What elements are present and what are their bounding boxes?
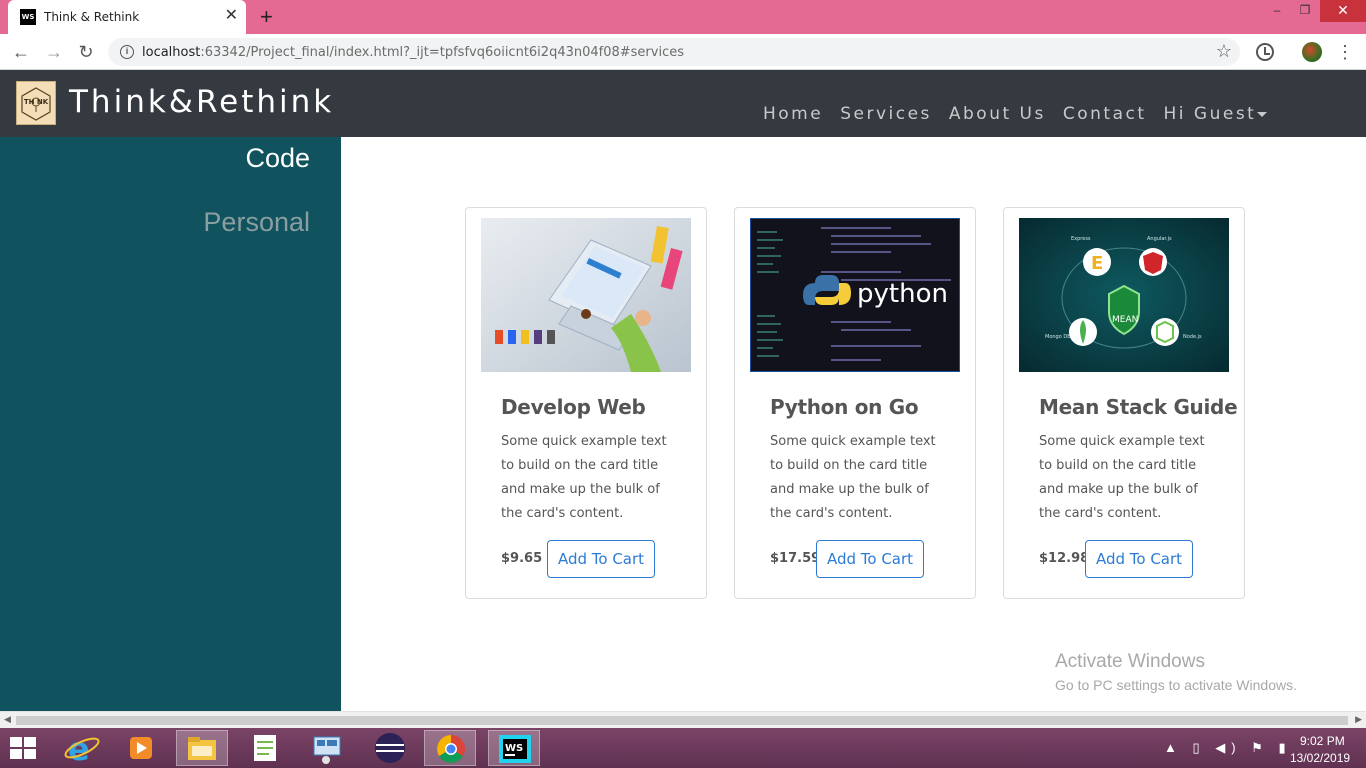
sidebar-item-code[interactable]: Code (245, 143, 310, 174)
activate-windows-subtitle: Go to PC settings to activate Windows. (1055, 677, 1297, 693)
activate-windows-title: Activate Windows (1055, 651, 1205, 672)
tab-title: Think & Rethink (44, 10, 140, 24)
taskbar-time[interactable]: 9:02 PM (1300, 734, 1345, 748)
card-text: Some quick example text to build on the … (501, 434, 667, 521)
file-explorer-icon[interactable] (176, 730, 228, 766)
notepad-plus-icon[interactable] (240, 730, 292, 766)
address-bar[interactable]: i localhost:63342/Project_final/index.ht… (108, 38, 1240, 66)
reload-icon[interactable]: ↻ (74, 40, 98, 64)
webstorm-glyph: WS (499, 735, 531, 763)
python-wordmark: python (857, 279, 948, 309)
card-price: $17.59 (770, 551, 821, 566)
browser-menu-icon[interactable]: ⋮ (1336, 40, 1354, 64)
media-player-glyph (130, 737, 152, 759)
scrollbar-thumb[interactable] (16, 716, 1348, 725)
add-to-cart-button[interactable]: Add To Cart (1085, 540, 1193, 578)
remote-desktop-glyph (313, 736, 341, 764)
browser-toolbar: ← → ↻ i localhost:63342/Project_final/in… (0, 34, 1366, 70)
angular-label: Angular.js (1147, 236, 1172, 242)
profile-avatar[interactable] (1302, 42, 1322, 62)
nav-home[interactable]: Home (763, 104, 823, 124)
add-to-cart-button[interactable]: Add To Cart (547, 540, 655, 578)
eclipse-glyph (375, 733, 405, 763)
folder-glyph (188, 737, 216, 760)
add-to-cart-button[interactable]: Add To Cart (816, 540, 924, 578)
category-sidebar: Code Personal (0, 137, 341, 711)
url-text[interactable]: localhost:63342/Project_final/index.html… (142, 45, 684, 60)
url-host: localhost (142, 45, 201, 60)
product-card: E MEAN Express Angular.js Mongo DB Node.… (1003, 207, 1245, 599)
new-tab-button[interactable]: + (260, 4, 273, 30)
history-clock-icon[interactable] (1256, 43, 1274, 61)
chrome-icon[interactable] (424, 730, 476, 766)
nav-about-us[interactable]: About Us (949, 104, 1046, 124)
site-info-icon[interactable]: i (120, 45, 134, 59)
system-tray[interactable]: ▲ ▯ ◀) ⚑ ▮ (1164, 740, 1292, 756)
main-nav: Home Services About Us Contact Hi Guest (763, 104, 1284, 124)
mean-stack-image: E MEAN Express Angular.js Mongo DB Node.… (1019, 218, 1229, 372)
nav-user-dropdown[interactable]: Hi Guest (1164, 104, 1268, 124)
minimize-window-button[interactable]: – (1264, 0, 1290, 22)
close-window-button[interactable]: ✕ (1320, 0, 1366, 22)
windows-start-icon[interactable] (10, 737, 38, 761)
card-price: $9.65 (501, 551, 543, 566)
notepad-glyph (254, 735, 276, 761)
mean-stack-diagram: E MEAN Express Angular.js Mongo DB Node.… (1019, 218, 1229, 372)
ie-glyph: e (64, 730, 100, 768)
python-image: python (750, 218, 960, 372)
web-development-image (481, 218, 691, 372)
browser-tab[interactable]: WS Think & Rethink ✕ (8, 0, 246, 34)
scroll-right-arrow-icon[interactable]: ▶ (1355, 714, 1362, 725)
product-card: python Python on Go Some quick example t… (734, 207, 976, 599)
tab-close-icon[interactable]: ✕ (225, 7, 238, 25)
site-navbar: TH NK Think&Rethink Home Services About … (0, 70, 1366, 137)
url-path: :63342/Project_final/index.html?_ijt=tpf… (200, 45, 684, 60)
nav-contact[interactable]: Contact (1063, 104, 1147, 124)
windows-taskbar: e WS ▲ ▯ ◀) ⚑ ▮ 9:02 PM 13/02/2019 (0, 728, 1366, 768)
card-text: Some quick example text to build on the … (770, 434, 936, 521)
scroll-left-arrow-icon[interactable]: ◀ (4, 714, 11, 725)
product-card: Develop Web Some quick example text to b… (465, 207, 707, 599)
card-title: Develop Web (501, 395, 646, 419)
user-greeting: Hi Guest (1163, 104, 1257, 124)
web-development-illustration (481, 218, 691, 372)
media-player-icon[interactable] (116, 730, 168, 766)
mongodb-label: Mongo DB (1045, 334, 1071, 340)
card-price: $12.98 (1039, 551, 1090, 566)
brand-name[interactable]: Think&Rethink (69, 84, 334, 120)
nodejs-label: Node.js (1183, 334, 1202, 340)
express-label: Express (1071, 236, 1091, 242)
mean-label: MEAN (1112, 315, 1138, 325)
back-arrow-icon[interactable]: ← (9, 40, 33, 64)
dropdown-caret-icon (1257, 111, 1268, 117)
webstorm-icon[interactable]: WS (488, 730, 540, 766)
sidebar-item-personal[interactable]: Personal (203, 207, 310, 238)
webstorm-favicon-icon: WS (20, 9, 36, 25)
card-title: Mean Stack Guide (1039, 395, 1238, 419)
eclipse-icon[interactable] (364, 730, 416, 766)
remote-desktop-icon[interactable] (302, 730, 354, 766)
python-logo-on-code: python (751, 219, 959, 371)
nav-services[interactable]: Services (840, 104, 932, 124)
horizontal-scrollbar[interactable]: ◀ ▶ (0, 711, 1366, 728)
brand-logo[interactable]: TH NK (16, 81, 56, 125)
chrome-glyph (437, 735, 465, 763)
svg-text:WS: WS (505, 743, 523, 754)
card-title: Python on Go (770, 395, 919, 419)
card-text: Some quick example text to build on the … (1039, 434, 1205, 521)
bookmark-star-icon[interactable]: ☆ (1216, 41, 1232, 62)
taskbar-date[interactable]: 13/02/2019 (1290, 751, 1350, 765)
svg-text:E: E (1091, 253, 1103, 274)
restore-window-button[interactable]: ❐ (1292, 0, 1318, 22)
internet-explorer-icon[interactable]: e (56, 730, 108, 768)
forward-arrow-icon[interactable]: → (42, 40, 66, 64)
brand-logo-text: TH NK (23, 98, 49, 106)
browser-titlebar: WS Think & Rethink ✕ + – ❐ ✕ (0, 0, 1366, 34)
